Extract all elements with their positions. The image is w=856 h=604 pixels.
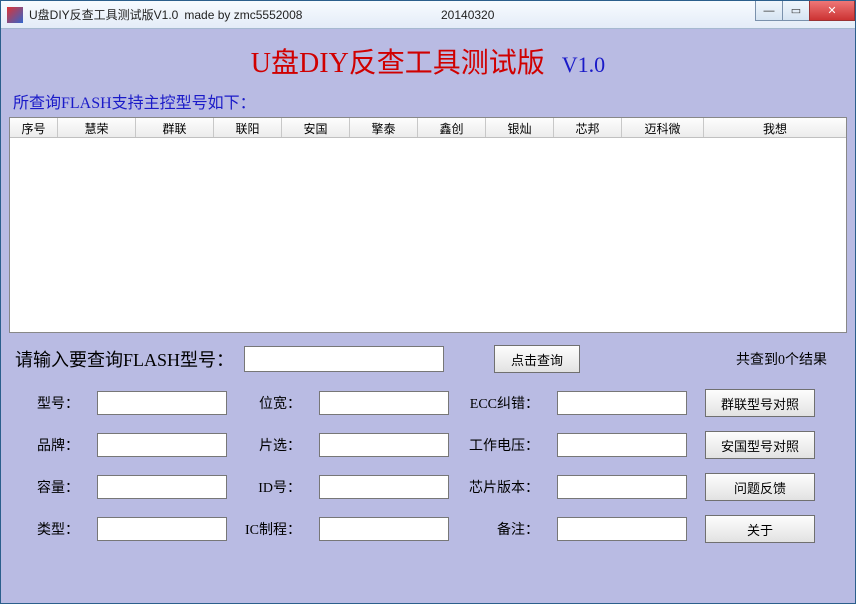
col-qingtai[interactable]: 擎泰 — [350, 118, 418, 137]
label-note: 备注： — [467, 519, 539, 539]
field-brand[interactable] — [97, 433, 227, 457]
col-xinbang[interactable]: 芯邦 — [554, 118, 622, 137]
minimize-button[interactable]: — — [755, 1, 783, 21]
heading-title: U盘DIY反查工具测试版 — [251, 48, 545, 79]
app-icon — [7, 7, 23, 23]
field-chipselect[interactable] — [319, 433, 449, 457]
feedback-button[interactable]: 问题反馈 — [705, 473, 815, 501]
field-ecc[interactable] — [557, 391, 687, 415]
col-qunlian[interactable]: 群联 — [136, 118, 214, 137]
window-title: U盘DIY反查工具测试版V1.0 — [29, 6, 178, 23]
label-brand: 品牌： — [23, 435, 79, 455]
results-table: 序号 慧荣 群联 联阳 安国 擎泰 鑫创 银灿 芯邦 迈科微 我想 — [9, 117, 847, 333]
label-type: 类型： — [23, 519, 79, 539]
table-body[interactable] — [10, 138, 846, 332]
col-lianyang[interactable]: 联阳 — [214, 118, 282, 137]
client-area: U盘DIY反查工具测试版 V1.0 所查询FLASH支持主控型号如下： 序号 慧… — [1, 29, 855, 603]
field-capacity[interactable] — [97, 475, 227, 499]
field-process[interactable] — [319, 517, 449, 541]
anguo-reference-button[interactable]: 安国型号对照 — [705, 431, 815, 459]
col-index[interactable]: 序号 — [10, 118, 58, 137]
query-row: 请输入要查询FLASH型号： 点击查询 共查到0个结果 — [9, 333, 847, 383]
field-id[interactable] — [319, 475, 449, 499]
search-button[interactable]: 点击查询 — [494, 345, 580, 373]
col-xinchuang[interactable]: 鑫创 — [418, 118, 486, 137]
field-bitwidth[interactable] — [319, 391, 449, 415]
qunlian-reference-button[interactable]: 群联型号对照 — [705, 389, 815, 417]
app-window: U盘DIY反查工具测试版V1.0 made by zmc5552008 2014… — [0, 0, 856, 604]
col-woxiang[interactable]: 我想 — [704, 118, 846, 137]
maximize-button[interactable]: ▭ — [782, 1, 810, 21]
label-chipselect: 片选： — [245, 435, 301, 455]
label-ecc: ECC纠错： — [467, 393, 539, 413]
window-date: 20140320 — [441, 8, 494, 22]
col-anguo[interactable]: 安国 — [282, 118, 350, 137]
label-process: IC制程： — [245, 519, 301, 539]
label-id: ID号： — [245, 477, 301, 497]
window-buttons: — ▭ ✕ — [756, 1, 855, 21]
field-model[interactable] — [97, 391, 227, 415]
field-note[interactable] — [557, 517, 687, 541]
detail-fields: 型号： 位宽： ECC纠错： 群联型号对照 品牌： 片选： 工作电压： 安国型号… — [9, 383, 847, 553]
col-maikewei[interactable]: 迈科微 — [622, 118, 704, 137]
label-chipversion: 芯片版本： — [467, 477, 539, 497]
label-voltage: 工作电压： — [467, 435, 539, 455]
query-label: 请输入要查询FLASH型号： — [15, 346, 234, 372]
subtitle: 所查询FLASH支持主控型号如下： — [9, 87, 847, 117]
flash-model-input[interactable] — [244, 346, 444, 372]
col-yincan[interactable]: 银灿 — [486, 118, 554, 137]
titlebar[interactable]: U盘DIY反查工具测试版V1.0 made by zmc5552008 2014… — [1, 1, 855, 29]
field-chipversion[interactable] — [557, 475, 687, 499]
close-button[interactable]: ✕ — [809, 1, 855, 21]
about-button[interactable]: 关于 — [705, 515, 815, 543]
heading-version: V1.0 — [562, 52, 605, 77]
table-header: 序号 慧荣 群联 联阳 安国 擎泰 鑫创 银灿 芯邦 迈科微 我想 — [10, 118, 846, 138]
field-type[interactable] — [97, 517, 227, 541]
field-voltage[interactable] — [557, 433, 687, 457]
window-made-by: made by zmc5552008 — [184, 8, 302, 22]
label-capacity: 容量： — [23, 477, 79, 497]
label-bitwidth: 位宽： — [245, 393, 301, 413]
page-heading: U盘DIY反查工具测试版 V1.0 — [9, 37, 847, 87]
label-model: 型号： — [23, 393, 79, 413]
result-count: 共查到0个结果 — [736, 349, 827, 369]
col-huirong[interactable]: 慧荣 — [58, 118, 136, 137]
